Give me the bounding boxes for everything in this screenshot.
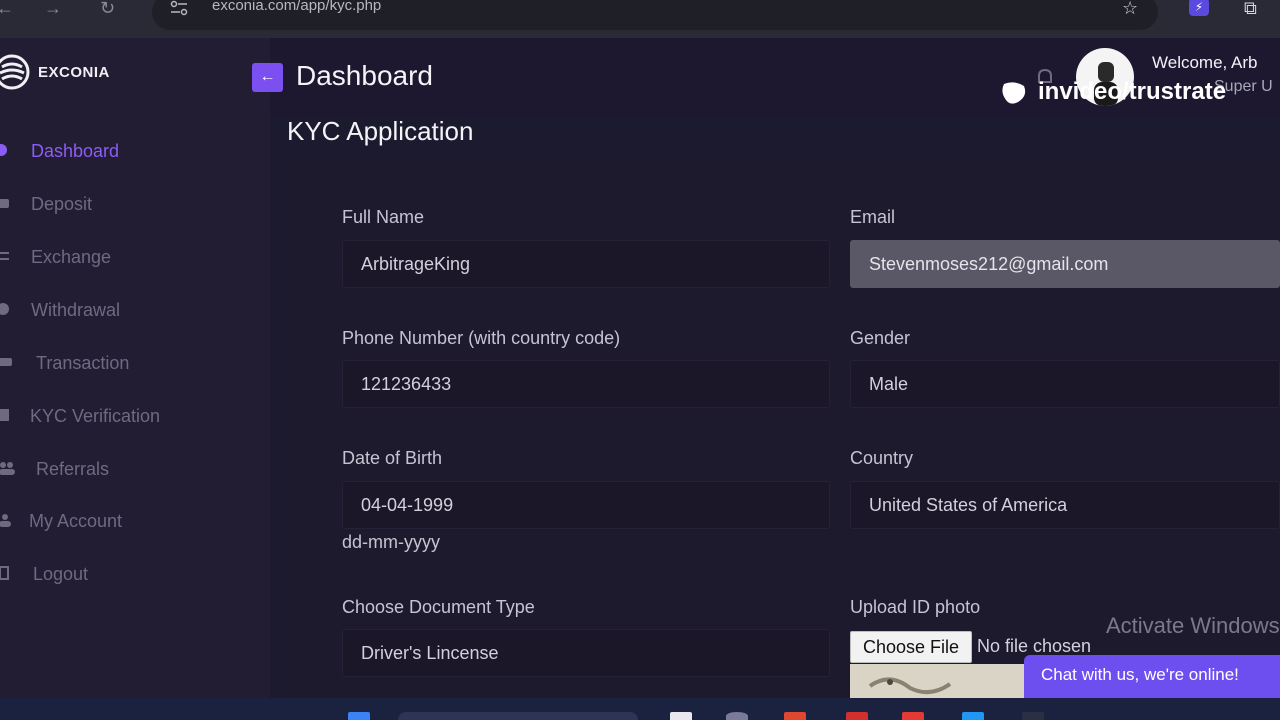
sidebar-item-label: KYC Verification — [30, 406, 161, 426]
reload-icon[interactable]: ↻ — [100, 0, 115, 18]
collapse-sidebar-button[interactable]: ← — [252, 63, 283, 92]
taskbar-search-box[interactable] — [398, 712, 638, 720]
phone-value: 121236433 — [361, 374, 452, 394]
chat-label: Chat with us, we're online! — [1041, 665, 1239, 684]
full-name-label: Full Name — [342, 207, 425, 227]
doc-type-label: Choose Document Type — [342, 597, 535, 617]
windows-start-icon[interactable] — [348, 712, 370, 720]
sidebar-item-label: Logout — [33, 564, 89, 584]
gender-label: Gender — [850, 328, 911, 348]
dob-value: 04-04-1999 — [361, 495, 454, 515]
email-field[interactable]: Stevenmoses212@gmail.com — [850, 240, 1280, 288]
full-name-field[interactable]: ArbitrageKing — [342, 240, 830, 288]
phone-label: Phone Number (with country code) — [342, 328, 621, 348]
bookmark-star-icon[interactable]: ☆ — [1122, 0, 1138, 19]
doc-type-value: Driver's Lincense — [361, 643, 499, 663]
address-text[interactable]: exconia.com/app/kyc.php — [212, 0, 381, 14]
dob-label: Date of Birth — [342, 448, 443, 468]
store-app-icon[interactable] — [962, 712, 984, 720]
video-watermark: invideo/trustrate — [1038, 78, 1227, 105]
browser-toolbar: ← → ↻ exconia.com/app/kyc.php ☆ ⚡ ⧉ — [0, 0, 1280, 38]
kyc-icon — [0, 409, 9, 421]
preview-image — [868, 677, 952, 695]
welcome-text: Welcome, Arb — [1152, 53, 1258, 72]
transaction-icon — [0, 358, 12, 366]
upload-label: Upload ID photo — [850, 597, 981, 617]
brand-name: EXCONIA — [38, 64, 110, 81]
extensions-puzzle-icon[interactable]: ⧉ — [1244, 0, 1257, 19]
full-name-value: ArbitrageKing — [361, 254, 471, 274]
netflix-app-icon[interactable] — [846, 712, 868, 720]
choose-file-button[interactable]: Choose File — [850, 631, 972, 663]
invideo-watermark-icon — [1002, 82, 1026, 104]
sidebar-item-label: My Account — [29, 511, 123, 531]
page-title: KYC Application — [287, 116, 474, 146]
sidebar-item-label: Withdrawal — [31, 300, 121, 320]
file-status: No file chosen — [977, 636, 1092, 656]
live-chat-button[interactable]: Chat with us, we're online! — [1024, 655, 1280, 698]
dob-field[interactable]: 04-04-1999 — [342, 481, 830, 529]
country-value: United States of America — [869, 495, 1068, 515]
referrals-icon — [0, 462, 15, 475]
youtube-app-icon[interactable] — [902, 712, 924, 720]
sidebar-item-label: Referrals — [36, 459, 110, 479]
task-view-icon[interactable] — [670, 712, 692, 720]
windows-taskbar — [0, 698, 1280, 720]
sidebar-item-label: Dashboard — [31, 141, 120, 161]
forward-arrow-icon[interactable]: → — [44, 0, 62, 18]
logout-icon — [0, 566, 9, 580]
back-arrow-icon[interactable]: ← — [0, 0, 14, 18]
sidebar-item-label: Deposit — [31, 194, 93, 214]
user-icon — [0, 514, 11, 527]
site-settings-icon[interactable] — [170, 0, 188, 16]
id-photo-preview — [850, 664, 1025, 698]
terminal-app-icon[interactable] — [1022, 712, 1044, 720]
withdrawal-icon — [0, 303, 9, 315]
phone-field[interactable]: 121236433 — [342, 360, 830, 408]
deposit-icon — [0, 199, 9, 208]
gender-value: Male — [869, 374, 909, 394]
sidebar-item-label: Transaction — [36, 353, 130, 373]
doc-type-select[interactable]: Driver's Lincense — [342, 629, 830, 677]
dashboard-icon — [0, 144, 7, 156]
gender-select[interactable]: Male — [850, 360, 1280, 408]
exconia-logo-icon — [0, 54, 30, 90]
dob-format-hint: dd-mm-yyyy — [342, 532, 440, 552]
exchange-icon — [0, 252, 9, 260]
page-header-title: Dashboard — [296, 60, 433, 91]
country-label: Country — [850, 448, 914, 468]
email-value: Stevenmoses212@gmail.com — [869, 254, 1109, 274]
country-select[interactable]: United States of America — [850, 481, 1280, 529]
sidebar-item-label: Exchange — [31, 247, 112, 267]
chat-app-icon[interactable] — [726, 712, 748, 720]
extension-icon[interactable]: ⚡ — [1189, 0, 1209, 16]
activate-windows-watermark: Activate Windows — [1106, 613, 1280, 638]
browser-app-icon[interactable] — [784, 712, 806, 720]
email-label: Email — [850, 207, 896, 227]
